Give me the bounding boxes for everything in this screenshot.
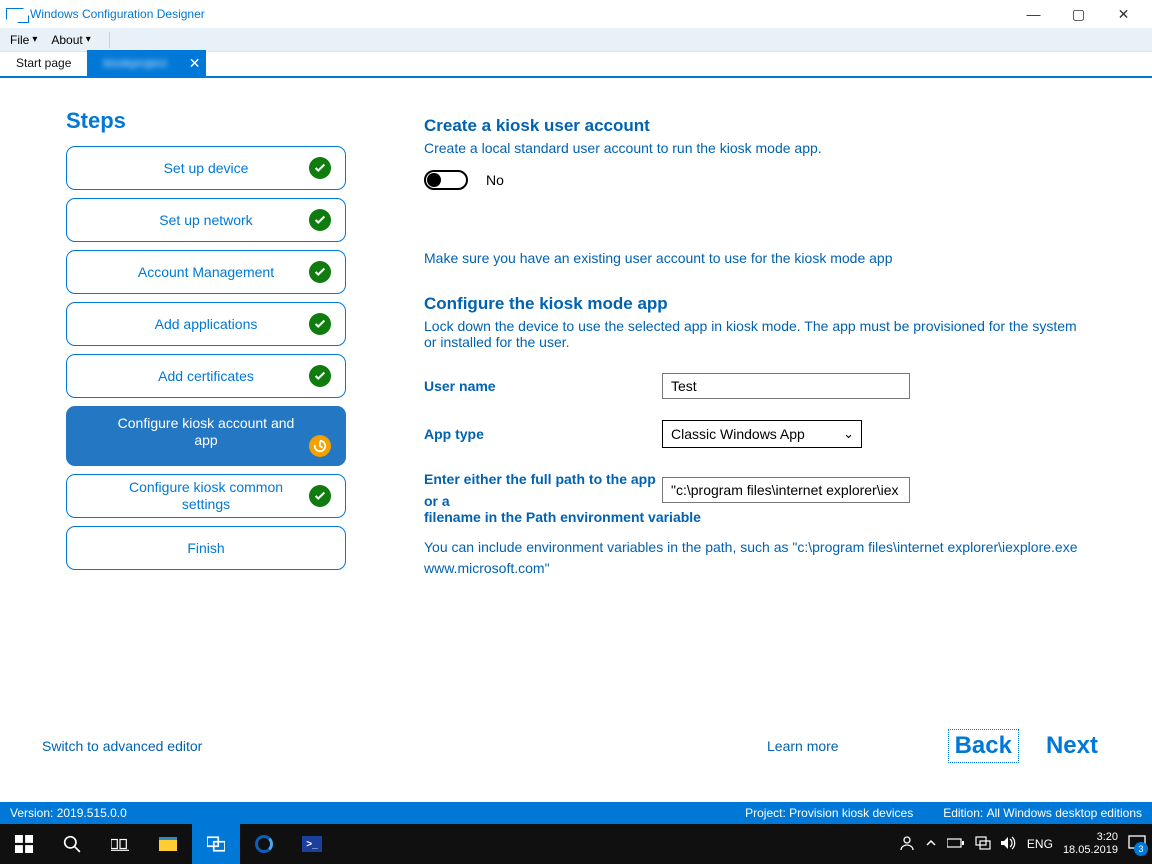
menu-about-label: About [51, 33, 82, 47]
create-account-desc: Create a local standard user account to … [424, 140, 1092, 156]
app-path-input[interactable] [662, 477, 910, 503]
notifications-button[interactable]: 3 [1128, 835, 1146, 854]
minimize-button[interactable]: — [1011, 0, 1056, 28]
step-label: Account Management [138, 264, 274, 281]
menu-file-label: File [10, 33, 29, 47]
people-icon[interactable] [899, 835, 915, 854]
clock-date: 18.05.2019 [1063, 844, 1118, 857]
tab-project[interactable]: kioskproject ✕ [87, 50, 206, 76]
wcd-app-button[interactable] [192, 824, 240, 864]
form-column: Create a kiosk user account Create a loc… [380, 80, 1152, 822]
tab-start-label: Start page [16, 56, 71, 70]
path-hint: You can include environment variables in… [424, 537, 1092, 579]
taskbar: >_ ENG 3:20 18.05.2019 3 [0, 824, 1152, 864]
status-edition-value: All Windows desktop editions [987, 806, 1142, 820]
edge-icon [255, 835, 273, 853]
status-version-label: Version: [10, 806, 53, 820]
username-label: User name [424, 378, 662, 394]
progress-icon [309, 435, 331, 457]
status-project-value: Provision kiosk devices [789, 806, 913, 820]
step-label: Configure kiosk account and app [109, 415, 303, 449]
folder-icon [159, 837, 177, 851]
next-button[interactable]: Next [1040, 730, 1104, 762]
step-label: Add certificates [158, 368, 254, 385]
tab-project-label: kioskproject [103, 56, 166, 70]
tray-chevron-icon[interactable] [925, 837, 937, 852]
configure-app-desc: Lock down the device to use the selected… [424, 318, 1092, 350]
content-area: Steps Set up device Set up network Accou… [0, 80, 1152, 822]
step-configure-kiosk-common[interactable]: Configure kiosk common settings [66, 474, 346, 518]
check-icon [309, 313, 331, 335]
window-titlebar: Windows Configuration Designer — ▢ ✕ [0, 0, 1152, 28]
status-project-label: Project: [745, 806, 786, 820]
status-edition-label: Edition: [943, 806, 983, 820]
menu-about[interactable]: About ▾ [51, 33, 90, 47]
step-label: Configure kiosk common settings [109, 479, 303, 513]
step-label: Finish [187, 540, 224, 557]
step-configure-kiosk-account[interactable]: Configure kiosk account and app [66, 406, 346, 466]
step-add-applications[interactable]: Add applications [66, 302, 346, 346]
tab-strip: Start page kioskproject ✕ [0, 52, 1152, 78]
step-add-certificates[interactable]: Add certificates [66, 354, 346, 398]
network-icon[interactable] [975, 836, 991, 853]
system-tray: ENG 3:20 18.05.2019 3 [899, 831, 1152, 856]
step-set-up-device[interactable]: Set up device [66, 146, 346, 190]
menu-separator [109, 32, 110, 48]
search-button[interactable] [48, 824, 96, 864]
chevron-down-icon: ▾ [32, 34, 37, 45]
battery-icon[interactable] [947, 837, 965, 852]
edge-button[interactable] [240, 824, 288, 864]
status-bar: Version: 2019.515.0.0 Project: Provision… [0, 802, 1152, 824]
steps-heading: Steps [66, 108, 346, 134]
toggle-state-text: No [486, 172, 504, 188]
clock-time: 3:20 [1063, 831, 1118, 844]
bottom-actions: Switch to advanced editor Learn more Bac… [42, 730, 1104, 762]
task-view-button[interactable] [96, 824, 144, 864]
menubar: File ▾ About ▾ [0, 28, 1152, 52]
steps-column: Steps Set up device Set up network Accou… [0, 80, 380, 822]
language-indicator[interactable]: ENG [1027, 837, 1053, 851]
step-account-management[interactable]: Account Management [66, 250, 346, 294]
status-version-value: 2019.515.0.0 [57, 806, 127, 820]
back-button[interactable]: Back [949, 730, 1018, 762]
step-label: Add applications [155, 316, 258, 333]
apptype-select[interactable]: Classic Windows App [662, 420, 862, 448]
learn-more-link[interactable]: Learn more [767, 738, 839, 754]
path-label-part1: Enter either the full path to the app or… [424, 468, 662, 513]
apptype-label: App type [424, 426, 662, 442]
powershell-icon: >_ [302, 836, 322, 852]
username-input[interactable] [662, 373, 910, 399]
path-label-part2: filename in the Path environment variabl… [424, 509, 1092, 525]
menu-file[interactable]: File ▾ [10, 33, 37, 47]
configure-app-heading: Configure the kiosk mode app [424, 294, 1092, 314]
file-explorer-button[interactable] [144, 824, 192, 864]
app-icon [6, 8, 24, 20]
chevron-down-icon: ▾ [86, 34, 91, 45]
notif-count: 3 [1134, 842, 1148, 856]
step-finish[interactable]: Finish [66, 526, 346, 570]
powershell-button[interactable]: >_ [288, 824, 336, 864]
check-icon [309, 365, 331, 387]
check-icon [309, 209, 331, 231]
clock[interactable]: 3:20 18.05.2019 [1063, 831, 1118, 856]
close-window-button[interactable]: ✕ [1101, 0, 1146, 28]
close-tab-button[interactable]: ✕ [189, 55, 201, 72]
step-set-up-network[interactable]: Set up network [66, 198, 346, 242]
toggle-knob [427, 173, 441, 187]
step-label: Set up network [159, 212, 252, 229]
switch-advanced-link[interactable]: Switch to advanced editor [42, 738, 202, 754]
step-label: Set up device [164, 160, 249, 177]
existing-account-note: Make sure you have an existing user acco… [424, 250, 1092, 266]
window-title: Windows Configuration Designer [30, 7, 205, 21]
check-icon [309, 157, 331, 179]
tab-start-page[interactable]: Start page [0, 50, 87, 76]
maximize-button[interactable]: ▢ [1056, 0, 1101, 28]
check-icon [309, 485, 331, 507]
volume-icon[interactable] [1001, 836, 1017, 853]
start-button[interactable] [0, 824, 48, 864]
create-account-toggle[interactable] [424, 170, 468, 190]
check-icon [309, 261, 331, 283]
create-account-heading: Create a kiosk user account [424, 116, 1092, 136]
